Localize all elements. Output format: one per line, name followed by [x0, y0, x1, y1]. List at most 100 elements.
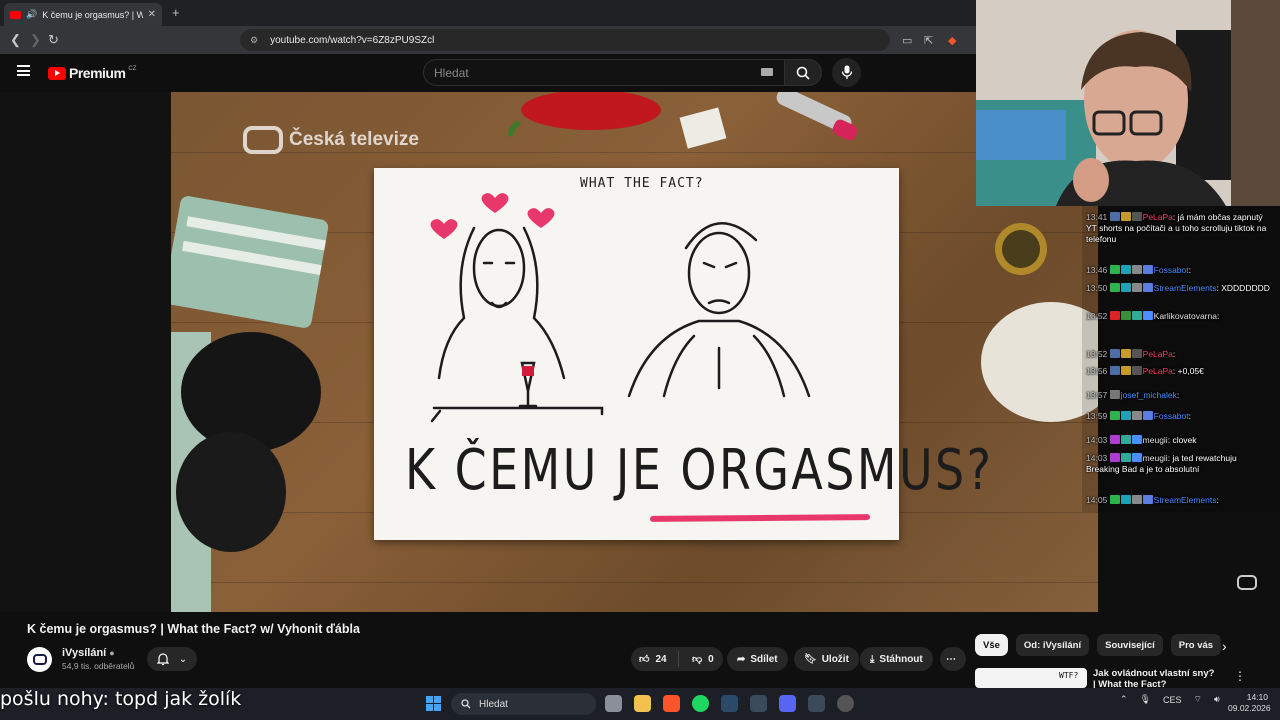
chat-badge-icon	[1109, 366, 1120, 375]
stream-caption: pošlu nohy: topd jak žolík	[0, 688, 242, 710]
webcam-overlay	[976, 0, 1280, 206]
chat-timestamp: 13:56	[1086, 366, 1108, 376]
taskbar-search[interactable]: Hledat	[451, 693, 596, 715]
chat-badge-icon	[1109, 212, 1120, 221]
chat-badge-icon	[1120, 366, 1131, 375]
file-explorer-icon[interactable]	[634, 695, 651, 712]
region-code: CZ	[128, 65, 137, 72]
like-button[interactable]: 👍︎ 24	[631, 651, 679, 667]
chat-badge-icon	[1120, 265, 1131, 274]
search-button[interactable]	[784, 59, 822, 86]
hamburger-menu-icon[interactable]	[17, 65, 30, 76]
back-icon[interactable]: ❮	[10, 32, 21, 48]
chat-badge-icon	[1131, 495, 1142, 504]
chip-for-you[interactable]: Pro vás	[1170, 634, 1222, 656]
chat-username[interactable]: Fossabot	[1154, 265, 1189, 275]
clock[interactable]: 14:10 09.02.2026	[1228, 692, 1271, 714]
more-actions-button[interactable]: ⋯	[940, 647, 966, 671]
speaker-icon[interactable]: 🔊	[26, 9, 37, 20]
new-tab-button[interactable]: +	[172, 5, 180, 20]
app-icon[interactable]	[721, 695, 738, 712]
chat-badge-icon	[1131, 366, 1142, 375]
chat-badge-icon	[1131, 453, 1142, 462]
youtube-premium-logo[interactable]: Premium CZ	[48, 65, 136, 81]
chip-all[interactable]: Vše	[975, 634, 1008, 656]
volume-icon[interactable]: 🔊︎	[1214, 694, 1220, 705]
browser-tab[interactable]: 🔊 K čemu je orgasmus? | What the ✕	[4, 3, 162, 26]
channel-avatar[interactable]	[27, 647, 52, 672]
forward-icon[interactable]: ❯	[30, 32, 41, 48]
recommendation-thumbnail[interactable]: WTF?	[975, 668, 1087, 688]
chat-badge-icon	[1120, 311, 1131, 320]
chat-timestamp: 14:03	[1086, 453, 1108, 463]
discord-icon[interactable]	[779, 695, 796, 712]
chat-text: XDDDDDDD	[1221, 283, 1270, 293]
close-tab-icon[interactable]: ✕	[148, 9, 156, 20]
chat-timestamp: 13:41	[1086, 212, 1108, 222]
chat-badge-icon	[1109, 390, 1120, 399]
chat-username[interactable]: meugii	[1143, 435, 1168, 445]
chat-username[interactable]: PeLaPa	[1143, 366, 1173, 376]
download-button[interactable]: ⤓ Stáhnout	[860, 647, 933, 671]
thumbs-down-icon: 👎︎	[692, 654, 703, 665]
chevron-down-icon: ⌄	[178, 653, 188, 665]
chevron-up-icon[interactable]: ⌃	[1120, 694, 1128, 705]
search-input[interactable]: Hledat	[423, 59, 785, 86]
share-icon[interactable]: ⇱	[924, 34, 933, 47]
search-icon	[461, 699, 471, 709]
chat-badge-icon	[1120, 411, 1131, 420]
share-button[interactable]: ➦ Sdílet	[727, 647, 788, 671]
chat-badge-icon	[1120, 283, 1131, 292]
chip-related[interactable]: Související	[1097, 634, 1163, 656]
obs-icon[interactable]	[808, 695, 825, 712]
app-icon-2[interactable]	[837, 695, 854, 712]
chat-badge-icon	[1109, 311, 1120, 320]
chat-username[interactable]: PeLaPa	[1143, 212, 1173, 222]
task-view-icon[interactable]	[605, 695, 622, 712]
card-title-part-c: ?	[966, 438, 994, 503]
voice-search-button[interactable]	[832, 58, 861, 87]
brave-browser-icon[interactable]	[663, 695, 680, 712]
chat-username[interactable]: meugii	[1143, 453, 1168, 463]
chat-text: clovek	[1172, 435, 1197, 445]
recommendation-title[interactable]: Jak ovládnout vlastní sny? | What the Fa…	[1093, 668, 1218, 690]
chat-badge-icon	[1131, 311, 1142, 320]
dislike-button[interactable]: 👎︎ 0	[684, 653, 714, 666]
chevron-right-icon[interactable]: ›	[1222, 638, 1227, 654]
chat-username[interactable]: PeLaPa	[1143, 349, 1173, 359]
chat-badge-icon	[1109, 435, 1120, 444]
chat-message: 13:52 Karlikovatovarna:	[1086, 311, 1220, 321]
chat-username[interactable]: StreamElements	[1154, 495, 1217, 505]
streamlabs-icon[interactable]	[750, 695, 767, 712]
subscriber-count: 54,9 tis. odběratelů	[62, 661, 135, 671]
chat-username[interactable]: StreamElements	[1154, 283, 1217, 293]
chat-timestamp: 13:52	[1086, 311, 1108, 321]
save-button[interactable]: 🔖︎ Uložit	[794, 647, 859, 671]
channel-name[interactable]: iVysílání ●	[62, 647, 115, 659]
subscribe-notification-button[interactable]: ⌄	[147, 647, 197, 671]
chat-badge-icon	[1142, 311, 1153, 320]
keyboard-icon[interactable]	[761, 68, 773, 76]
chat-message: 13:50 StreamElements: XDDDDDDD	[1086, 283, 1270, 293]
share-label: Sdílet	[750, 653, 778, 665]
chat-username[interactable]: josef_michalek	[1121, 390, 1177, 400]
site-info-icon[interactable]: ⚙	[250, 35, 258, 46]
windows-start-icon[interactable]	[426, 696, 441, 711]
card-title-part-b: ORGASMUS	[680, 438, 967, 503]
url-field[interactable]: ⚙ youtube.com/watch?v=6Z8zPU9SZcl	[240, 29, 890, 51]
chat-badge-icon	[1109, 453, 1120, 462]
search-placeholder: Hledat	[434, 65, 469, 80]
chat-message: 13:46 Fossabot:	[1086, 265, 1191, 275]
chat-username[interactable]: Fossabot	[1154, 411, 1189, 421]
language-indicator[interactable]: CES	[1163, 695, 1182, 705]
brave-shield-icon[interactable]: ◆	[948, 34, 956, 47]
recommendation-menu-icon[interactable]: ⋮	[1234, 669, 1246, 683]
wifi-icon[interactable]: ⌔	[1194, 694, 1202, 705]
chat-timestamp: 13:46	[1086, 265, 1108, 275]
cast-icon[interactable]: ▭	[902, 34, 912, 47]
spotify-icon[interactable]	[692, 695, 709, 712]
chip-from-channel[interactable]: Od: iVysílání	[1015, 634, 1090, 656]
chat-username[interactable]: Karlikovatovarna	[1154, 311, 1217, 321]
reload-icon[interactable]: ↻	[48, 32, 59, 48]
mic-icon[interactable]: 🎙︎	[1140, 694, 1151, 705]
